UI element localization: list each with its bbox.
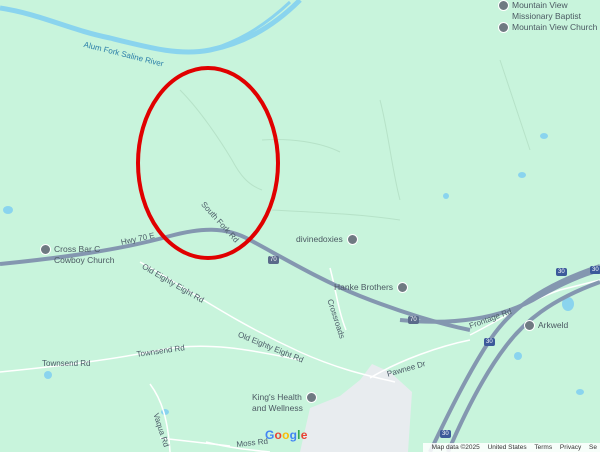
church-icon <box>40 244 51 256</box>
i30-shield-3: 30 <box>484 338 495 346</box>
river-branch <box>209 0 292 52</box>
place-pin-icon <box>498 0 509 12</box>
map-footer: Map data ©2025 United States Terms Priva… <box>422 443 600 452</box>
map-data-credit: Map data ©2025 <box>431 444 480 451</box>
ponds <box>3 133 584 415</box>
i30-interstate <box>399 264 600 452</box>
i30-shield-1: 30 <box>556 268 567 276</box>
place-pin-icon <box>397 282 409 294</box>
terms-link[interactable]: Terms <box>534 444 552 451</box>
poi-mountain-view-church[interactable]: Mountain View Church <box>498 22 597 34</box>
region-link[interactable]: United States <box>488 444 527 451</box>
i30-shield-4: 30 <box>440 430 451 438</box>
us70-shield-1: 70 <box>268 256 279 264</box>
poi-hanke-brothers[interactable]: Hanke Brothers <box>334 282 411 294</box>
google-logo: Google <box>265 428 308 442</box>
i30-shield-2: 30 <box>590 266 600 274</box>
place-pin-icon <box>524 320 535 332</box>
map-canvas[interactable] <box>0 0 600 452</box>
send-feedback-link[interactable]: Se <box>589 444 597 451</box>
church-icon <box>498 22 509 34</box>
place-pin-icon <box>305 392 317 404</box>
poi-cross-bar-church[interactable]: Cross Bar C Cowboy Church <box>40 244 114 265</box>
privacy-link[interactable]: Privacy <box>560 444 581 451</box>
river <box>0 0 302 55</box>
place-pin-icon <box>346 234 358 246</box>
poi-mountain-view-missionary[interactable]: Mountain View Missionary Baptist <box>498 0 581 21</box>
us70-shield-2: 70 <box>408 316 419 324</box>
tracks <box>179 59 531 221</box>
poi-kings-health[interactable]: King's Health and Wellness <box>252 392 320 413</box>
poi-divinedoxies[interactable]: divinedoxies <box>296 234 361 246</box>
townsend-label-1: Townsend Rd <box>42 359 91 368</box>
poi-arkweld[interactable]: Arkweld <box>524 320 568 332</box>
